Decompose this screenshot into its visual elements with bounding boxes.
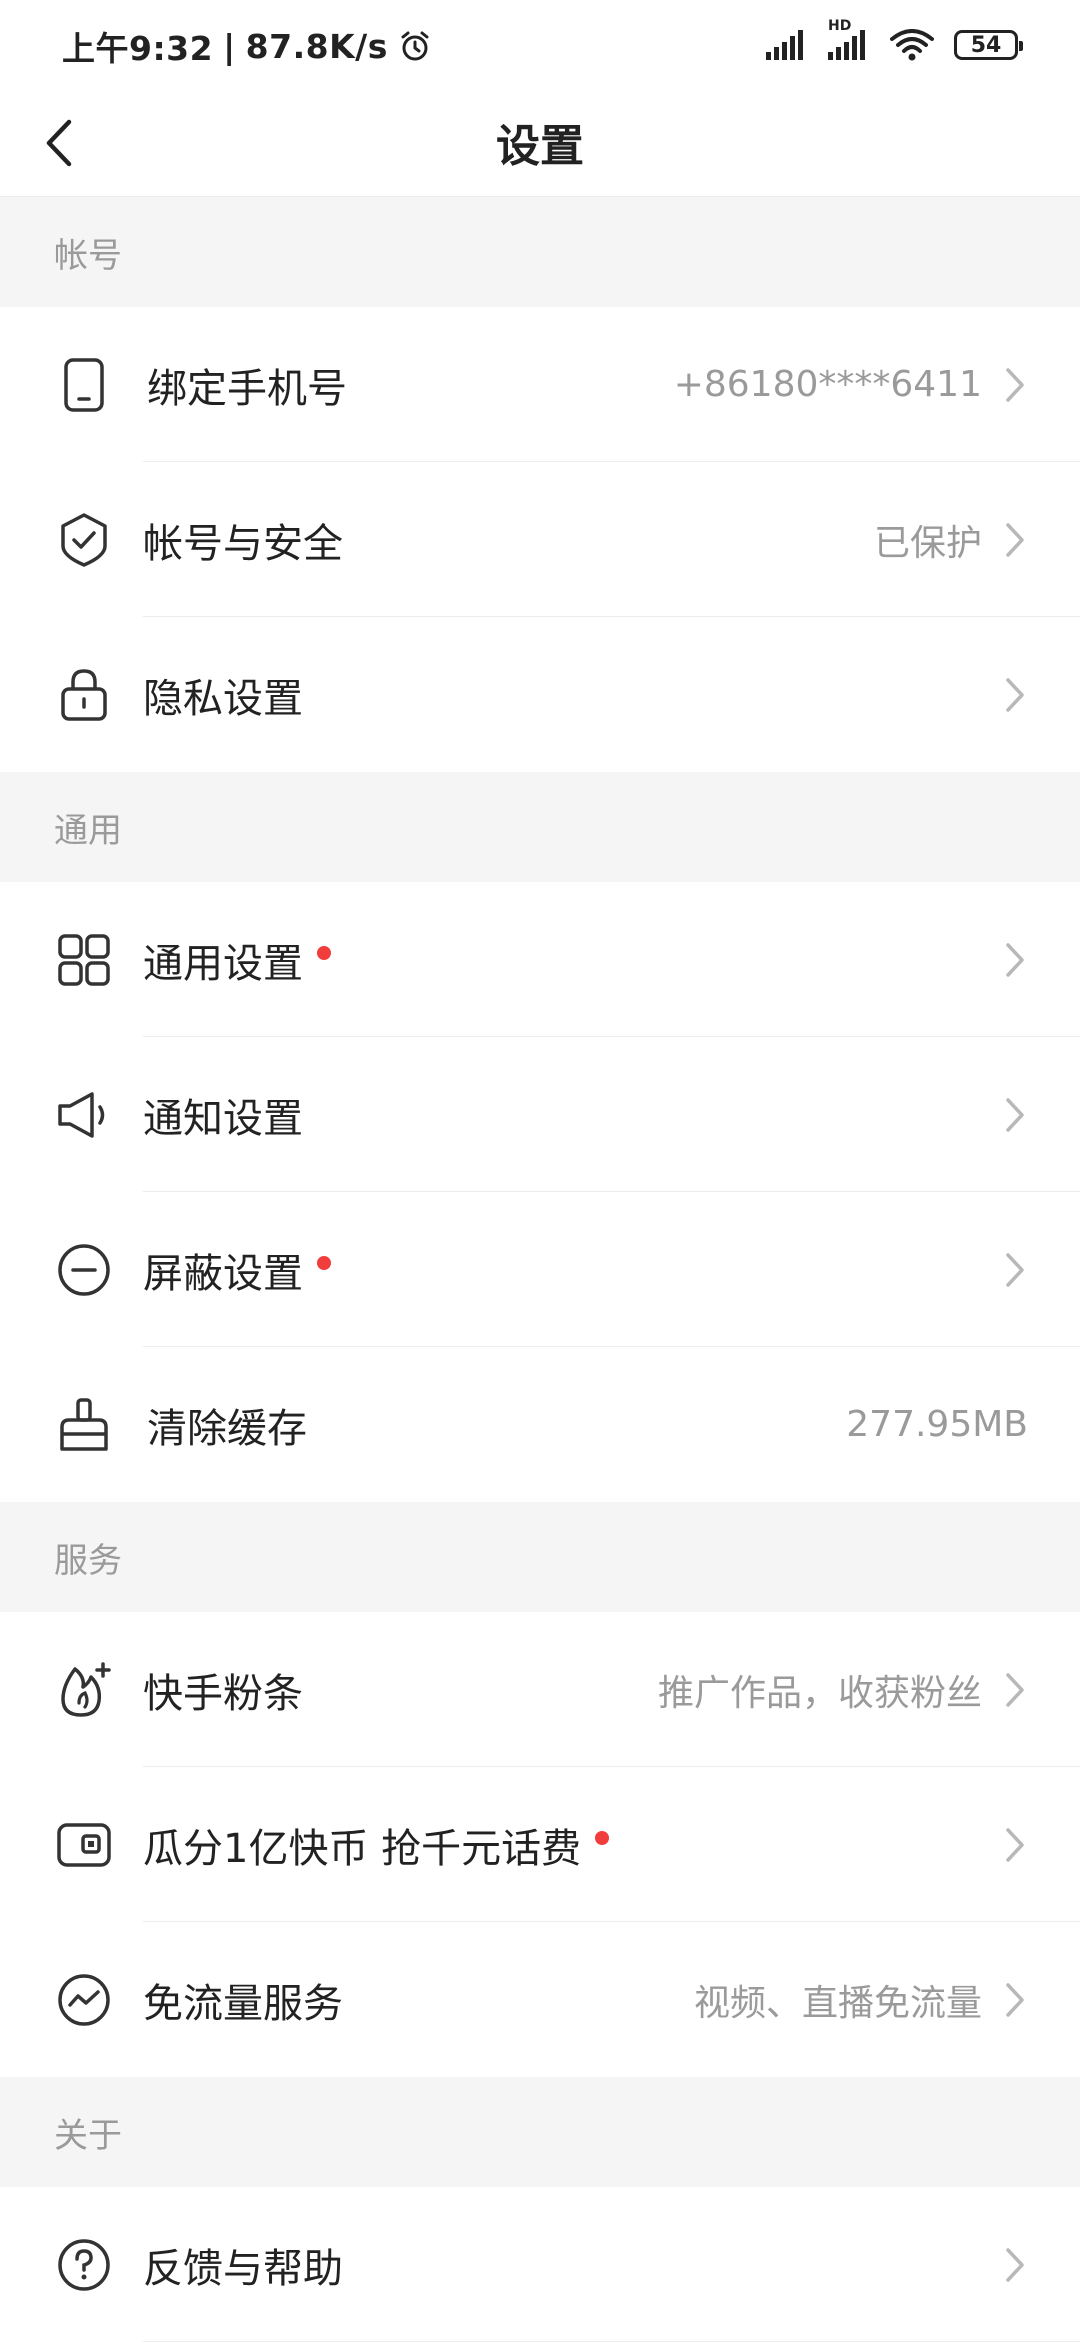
settings-item-value: +86180****6411 — [673, 364, 982, 405]
top-nav-bar: 设置 — [0, 90, 1080, 197]
alarm-icon — [398, 29, 432, 63]
settings-item-account-security[interactable]: 帐号与安全 已保护 — [0, 462, 1080, 617]
section-header-about: 关于 — [0, 2077, 1080, 2187]
notification-dot — [595, 1830, 610, 1845]
signal-icon — [766, 30, 808, 60]
chevron-right-icon — [1000, 1250, 1030, 1290]
settings-item-label: 免流量服务 — [143, 1980, 343, 2027]
chevron-right-icon — [1000, 1825, 1030, 1865]
wifi-icon — [890, 29, 934, 61]
settings-item-kuaishou-fentiao[interactable]: 快手粉条 推广作品，收获粉丝 — [0, 1612, 1080, 1767]
notification-dot — [317, 1255, 331, 1270]
settings-item-general-settings[interactable]: 通用设置 — [0, 882, 1080, 1037]
status-time-group: 上午9:32 | 87.8K/s — [62, 22, 432, 70]
settings-item-label: 通用设置 — [143, 940, 303, 987]
section-header-service: 服务 — [0, 1502, 1080, 1612]
settings-item-value: 视频、直播免流量 — [693, 1982, 982, 2024]
battery-icon: 54 — [954, 30, 1023, 60]
chevron-right-icon — [1000, 1670, 1030, 1710]
settings-item-label-group: 通用设置 — [143, 931, 331, 989]
network-speed: 87.8K/s — [245, 26, 388, 66]
chevron-right-icon — [1000, 940, 1030, 980]
grid-icon — [52, 928, 116, 992]
settings-item-bind-phone[interactable]: 绑定手机号 +86180****6411 — [0, 307, 1080, 462]
battery-level: 54 — [970, 32, 1002, 58]
settings-item-label: 隐私设置 — [143, 675, 303, 722]
help-icon — [52, 2233, 116, 2297]
chevron-right-icon — [1000, 675, 1030, 715]
settings-item-label: 清除缓存 — [147, 1405, 307, 1452]
settings-item-privacy[interactable]: 隐私设置 — [0, 617, 1080, 772]
settings-item-label-group: 瓜分1亿快币 抢千元话费 — [143, 1816, 610, 1874]
settings-item-promo-coins[interactable]: 瓜分1亿快币 抢千元话费 — [0, 1767, 1080, 1922]
settings-item-label: 反馈与帮助 — [143, 2245, 343, 2292]
settings-item-label: 瓜分1亿快币 抢千元话费 — [143, 1825, 582, 1872]
fire-plus-icon — [52, 1658, 116, 1722]
shield-check-icon — [52, 508, 116, 572]
settings-item-value: 推广作品，收获粉丝 — [657, 1672, 982, 1714]
settings-item-free-traffic[interactable]: 免流量服务 视频、直播免流量 — [0, 1922, 1080, 2077]
settings-list: 帐号 绑定手机号 +86180****6411 帐号与安全 已保护 隐私设置 通… — [0, 197, 1080, 2342]
chevron-right-icon — [1000, 1095, 1030, 1135]
block-icon — [52, 1238, 116, 1302]
notification-dot — [317, 945, 331, 960]
cache-size-value: 277.95MB — [846, 1404, 1028, 1445]
lock-icon — [52, 663, 116, 727]
chevron-right-icon — [1000, 2245, 1030, 2285]
settings-item-label: 帐号与安全 — [143, 520, 343, 567]
settings-item-block[interactable]: 屏蔽设置 — [0, 1192, 1080, 1347]
section-header-general: 通用 — [0, 772, 1080, 882]
settings-item-feedback-help[interactable]: 反馈与帮助 — [0, 2187, 1080, 2342]
settings-item-label: 绑定手机号 — [147, 365, 347, 412]
phone-icon — [52, 353, 116, 417]
status-indicators: HD 54 — [766, 18, 1023, 66]
broom-icon — [52, 1393, 116, 1457]
chevron-right-icon — [1000, 520, 1030, 560]
hd-label: HD — [828, 18, 852, 34]
speaker-icon — [52, 1083, 116, 1147]
status-time: 上午9:32 — [62, 29, 214, 68]
chevron-right-icon — [1000, 365, 1030, 405]
signal-hd-icon: HD — [828, 18, 870, 60]
settings-item-label: 通知设置 — [143, 1095, 303, 1142]
settings-item-label-group: 屏蔽设置 — [143, 1241, 331, 1299]
settings-item-clear-cache[interactable]: 清除缓存 277.95MB — [0, 1347, 1080, 1502]
settings-item-label: 屏蔽设置 — [143, 1250, 303, 1297]
settings-item-notification[interactable]: 通知设置 — [0, 1037, 1080, 1192]
status-bar: 上午9:32 | 87.8K/s HD 54 — [0, 0, 1080, 90]
chevron-right-icon — [1000, 1980, 1030, 2020]
traffic-icon — [52, 1968, 116, 2032]
settings-item-value: 已保护 — [873, 522, 982, 564]
page-title: 设置 — [496, 121, 584, 172]
status-separator: | — [223, 26, 236, 66]
wallet-icon — [52, 1813, 116, 1877]
settings-item-label: 快手粉条 — [143, 1670, 303, 1717]
section-header-account: 帐号 — [0, 197, 1080, 307]
